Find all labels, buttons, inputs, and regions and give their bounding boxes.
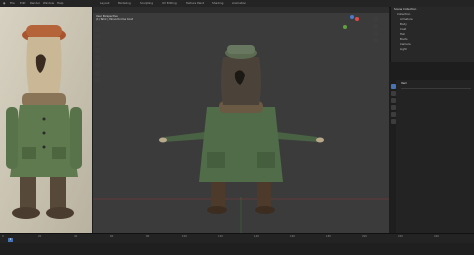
object-tab-icon[interactable] [390, 119, 396, 124]
tab-layout[interactable]: Layout [100, 1, 110, 6]
navigation-gizmo[interactable] [341, 15, 363, 37]
tab-shading[interactable]: Shading [212, 1, 223, 6]
tab-sculpting[interactable]: Sculpting [140, 1, 153, 6]
outliner-item[interactable]: Light [400, 47, 407, 51]
z-axis-gizmo-icon[interactable] [350, 15, 354, 19]
timeline-track[interactable] [0, 243, 474, 255]
tool-tab-icon[interactable] [390, 84, 396, 89]
frame-label: 120 [218, 235, 223, 238]
frame-label: 140 [254, 235, 259, 238]
frame-label: 200 [362, 235, 367, 238]
frame-label: 100 [182, 235, 187, 238]
divider [401, 88, 471, 89]
outliner-item[interactable]: Camera [400, 42, 411, 46]
outliner-item[interactable]: Armature [400, 17, 413, 21]
camera-view-icon[interactable] [373, 31, 378, 36]
menu-edit[interactable]: Edit [20, 1, 25, 6]
outliner-item[interactable]: Body [400, 22, 407, 26]
current-frame-marker[interactable]: 1 [8, 238, 13, 242]
tab-texture-paint[interactable]: Texture Paint [186, 1, 204, 6]
zoom-icon[interactable] [373, 17, 378, 22]
outliner-item[interactable]: Collection [397, 12, 410, 16]
menu-file[interactable]: File [10, 1, 15, 6]
properties-tab-bar [390, 80, 396, 233]
y-axis-gizmo-icon[interactable] [343, 25, 347, 29]
blender-logo-icon[interactable]: ◉ [3, 1, 5, 6]
menu-window[interactable]: Window [43, 1, 54, 6]
frame-label: 20 [38, 235, 42, 238]
pan-icon[interactable] [373, 24, 378, 29]
outliner-item[interactable]: Coat [400, 27, 406, 31]
scene-tab-icon[interactable] [390, 105, 396, 110]
tab-animation[interactable]: Animation [232, 1, 246, 6]
reference-painting [0, 7, 92, 233]
output-tab-icon[interactable] [390, 98, 396, 103]
3d-viewport[interactable]: User Perspective (1) Tahir | Monochrome … [93, 7, 389, 233]
world-tab-icon[interactable] [390, 112, 396, 117]
frame-label: 240 [434, 235, 439, 238]
outliner-panel[interactable]: Scene Collection Collection Armature Bod… [390, 7, 474, 62]
tab-modeling[interactable]: Modeling [118, 1, 131, 6]
frame-label: 0 [2, 235, 4, 238]
x-axis-gizmo-icon[interactable] [355, 17, 359, 21]
menu-render[interactable]: Render [30, 1, 40, 6]
properties-header: Item [401, 81, 408, 85]
frame-label: 160 [290, 235, 295, 238]
menu-help[interactable]: Help [57, 1, 63, 6]
3d-model-render [93, 45, 389, 233]
reference-image-panel[interactable] [0, 7, 92, 233]
character-model [159, 45, 324, 214]
outliner-header: Scene Collection [394, 7, 417, 11]
frame-label: 80 [146, 235, 150, 238]
tab-uv-editing[interactable]: UV Editing [162, 1, 177, 6]
frame-label: 220 [398, 235, 403, 238]
frame-label: 60 [110, 235, 114, 238]
frame-label: 40 [74, 235, 78, 238]
properties-panel[interactable]: Item [390, 80, 474, 233]
outliner-item[interactable]: Hat [400, 32, 405, 36]
frame-label: 180 [326, 235, 331, 238]
perspective-toggle-icon[interactable] [373, 38, 378, 43]
timeline[interactable]: 0 20 40 60 80 100 120 140 160 180 200 22… [0, 233, 474, 255]
render-tab-icon[interactable] [390, 91, 396, 96]
outliner-item[interactable]: Boots [400, 37, 408, 41]
